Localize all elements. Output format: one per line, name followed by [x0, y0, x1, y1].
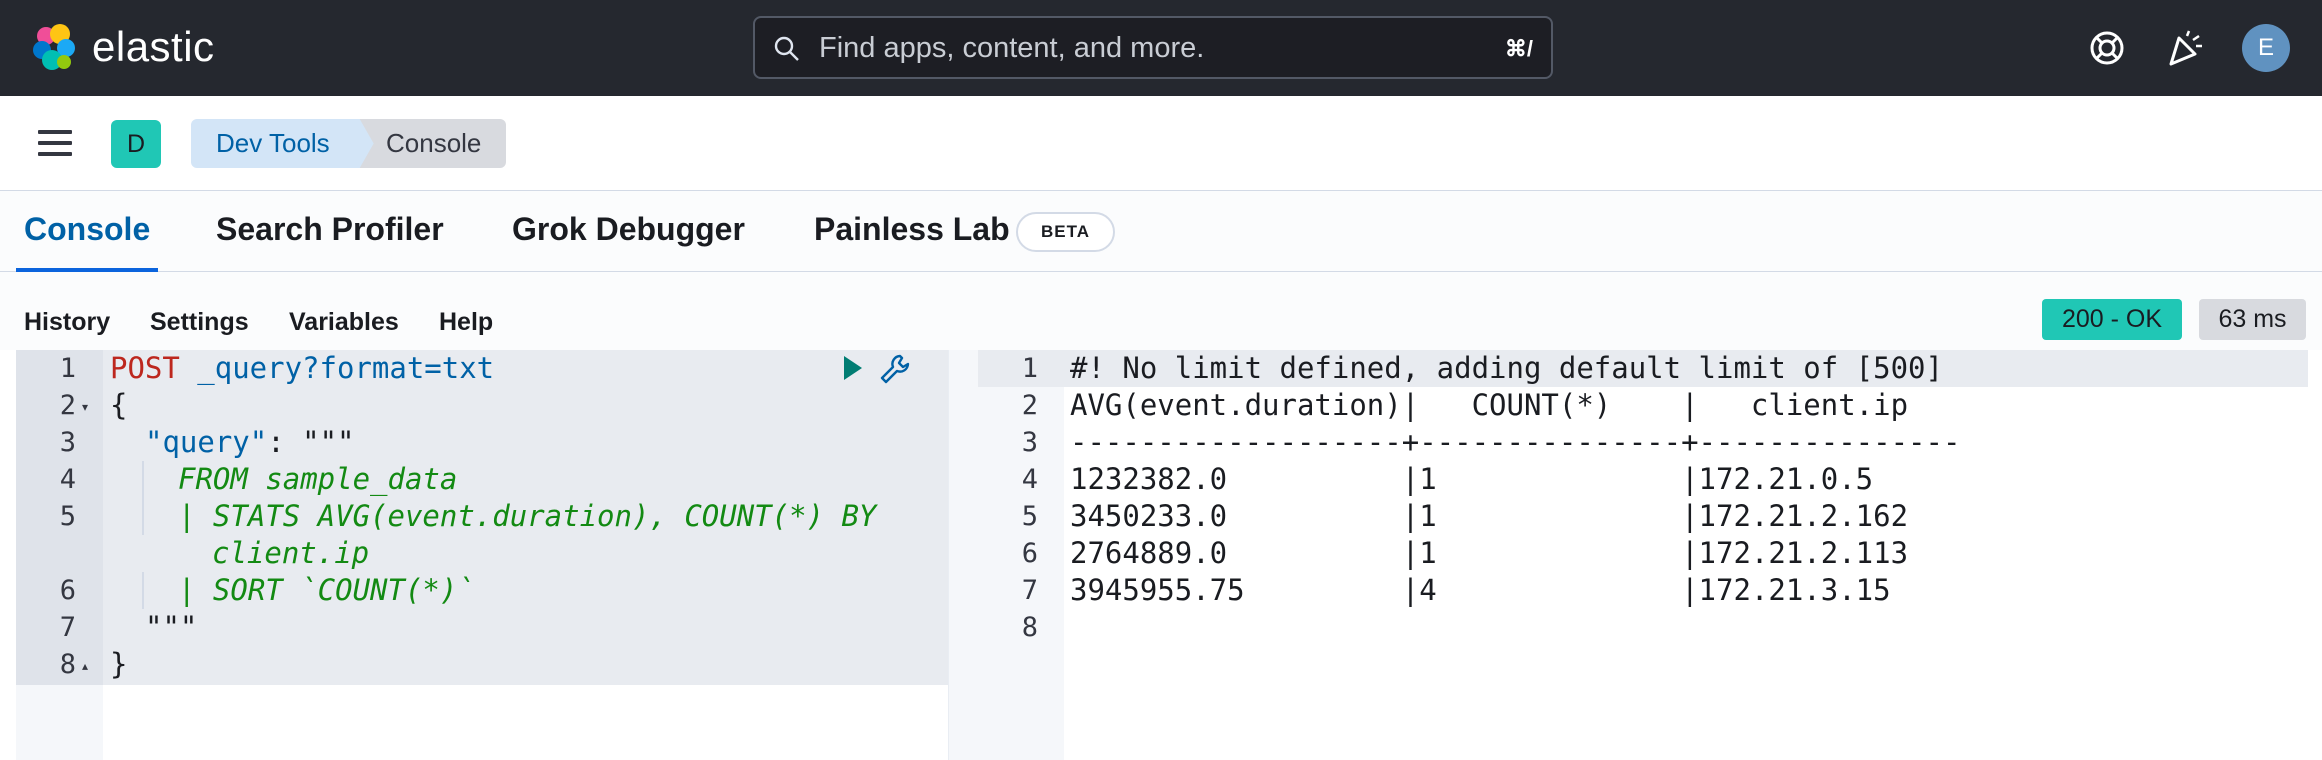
request-editor[interactable]: 1 2 3 4 5 6 7 8 ▾ ▴ POST _query?format=t… [16, 350, 948, 760]
line-number: 2 [59, 390, 76, 421]
response-line: 3945955.75 |4 |172.21.3.15 [1070, 573, 1961, 607]
space-avatar[interactable]: D [111, 120, 161, 168]
request-path: _query?format=txt [179, 351, 495, 385]
code-line: client.ip [212, 536, 370, 570]
search-icon [774, 36, 799, 61]
app-header: D Console Dev Tools [0, 96, 2322, 191]
wrench-icon[interactable] [878, 352, 912, 386]
variables-button[interactable]: Variables [289, 308, 399, 337]
global-header: elastic ⌘/ E [0, 0, 2322, 96]
line-number: 8 [1021, 612, 1038, 643]
response-line: -------------------+---------------+----… [1070, 425, 1961, 459]
code-line: POST _query?format=txt [110, 350, 494, 387]
tab-search-profiler[interactable]: Search Profiler [216, 211, 444, 272]
http-method: POST [110, 351, 180, 385]
line-number: 4 [59, 464, 76, 495]
code-line: | SORT `COUNT(*)` [178, 573, 475, 607]
code-line: | STATS AVG(event.duration), COUNT(*) BY [178, 499, 877, 533]
news-feed-icon[interactable] [2165, 28, 2205, 68]
elastic-logo-icon [33, 24, 75, 70]
code-line: { [110, 388, 128, 422]
search-shortcut: ⌘/ [1504, 36, 1533, 61]
response-line: 3450233.0 |1 |172.21.2.162 [1070, 499, 1961, 533]
code-line: "query": """ [145, 425, 355, 459]
response-viewer: 1 2 3 4 5 6 7 8 #! No limit defined, add… [978, 350, 2322, 760]
line-number: 5 [59, 501, 76, 532]
line-number: 7 [59, 612, 76, 643]
tab-painless-lab[interactable]: Painless Lab [814, 211, 1010, 272]
fold-close-icon[interactable]: ▴ [82, 659, 88, 673]
line-number: 2 [1021, 390, 1038, 421]
elastic-logo[interactable]: elastic [30, 22, 215, 72]
code-line: FROM sample_data [178, 462, 458, 496]
line-number: 5 [1021, 501, 1038, 532]
code-line: """ [145, 610, 198, 644]
line-number: 3 [59, 427, 76, 458]
beta-badge: BETA [1016, 212, 1115, 252]
play-icon[interactable] [840, 354, 866, 382]
line-number: 1 [59, 353, 76, 384]
line-number: 8 [59, 649, 76, 680]
help-button[interactable]: Help [439, 308, 493, 337]
response-line: 2764889.0 |1 |172.21.2.113 [1070, 536, 1961, 570]
global-search[interactable]: ⌘/ [753, 16, 1553, 79]
settings-button[interactable]: Settings [150, 308, 249, 337]
tab-grok-debugger[interactable]: Grok Debugger [512, 211, 745, 272]
menu-toggle-icon[interactable] [38, 130, 72, 158]
panel-resizer[interactable] [948, 350, 978, 760]
line-number: 6 [1021, 538, 1038, 569]
line-number: 3 [1021, 427, 1038, 458]
line-number: 6 [59, 575, 76, 606]
line-number: 7 [1021, 575, 1038, 606]
code-line: } [110, 647, 128, 681]
line-number: 4 [1021, 464, 1038, 495]
response-line: 1232382.0 |1 |172.21.0.5 [1070, 462, 1961, 496]
console-toolbar: History Settings Variables Help 200 - OK… [0, 272, 2322, 350]
breadcrumb-dev-tools[interactable]: Dev Tools [191, 119, 374, 168]
request-time-badge: 63 ms [2199, 299, 2306, 340]
logo-text: elastic [92, 23, 215, 70]
dev-tools-tabs: Console Search Profiler Grok Debugger Pa… [0, 191, 2322, 272]
help-icon[interactable] [2087, 28, 2127, 68]
fold-open-icon[interactable]: ▾ [82, 400, 88, 414]
search-input[interactable] [819, 30, 1419, 66]
response-line: AVG(event.duration)| COUNT(*) | client.i… [1070, 388, 1961, 422]
history-button[interactable]: History [24, 308, 110, 337]
tab-console[interactable]: Console [15, 211, 159, 272]
status-badge: 200 - OK [2042, 299, 2182, 340]
line-number: 1 [1021, 353, 1038, 384]
response-line: #! No limit defined, adding default limi… [1070, 351, 1943, 385]
user-avatar[interactable]: E [2242, 24, 2290, 72]
